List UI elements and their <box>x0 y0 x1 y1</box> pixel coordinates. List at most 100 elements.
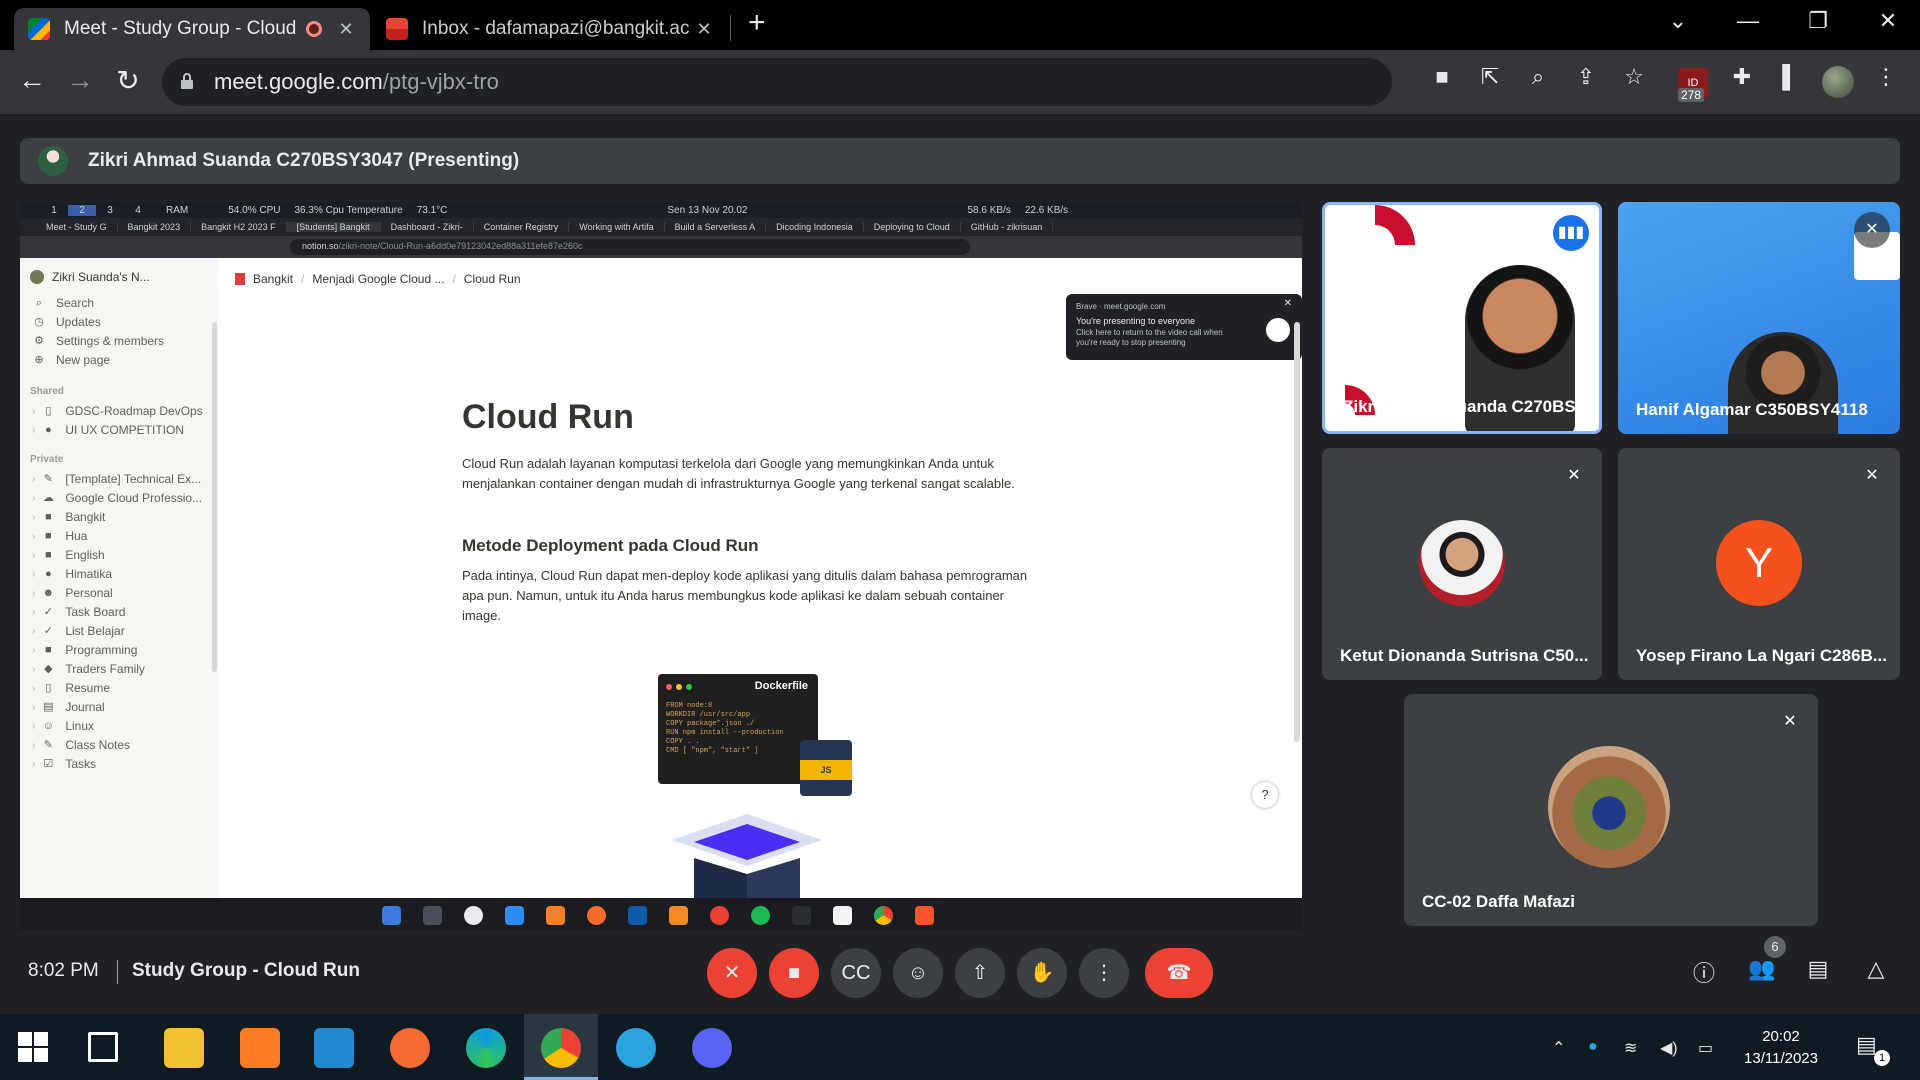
presenter-banner: Zikri Ahmad Suanda C270BSY3047 (Presenti… <box>20 138 1900 184</box>
participant-tile-yosep[interactable]: Y ✕ Yosep Firano La Ngari C286B... <box>1618 448 1900 680</box>
net-up: 22.6 KB/s <box>1024 204 1069 216</box>
shared-tab: Working with Artifa <box>569 222 665 232</box>
notion-page-item: › ● UI UX COMPETITION <box>32 423 184 437</box>
taskbar-clock[interactable]: 20:02 13/11/2023 <box>1736 1026 1826 1070</box>
ram-label: RAM <box>166 204 189 216</box>
page-icon: ▯ <box>45 682 52 694</box>
tray-chevron-icon[interactable]: ⌃ <box>1552 1038 1565 1058</box>
captions-button[interactable]: CC <box>831 948 881 998</box>
raise-hand-button[interactable]: ✋ <box>1017 948 1067 998</box>
minimize-button[interactable]: — <box>1720 8 1776 34</box>
tray-telegram-icon[interactable]: ● <box>1588 1038 1598 1056</box>
page-icon: ✎ <box>43 473 53 485</box>
chat-icon[interactable]: ▤ <box>1800 956 1836 992</box>
share-icon[interactable]: ⇪ <box>1568 64 1604 100</box>
file-explorer-icon[interactable] <box>164 1028 204 1068</box>
tab-gmail[interactable]: Inbox - dafamapazi@bangkit.ac ✕ <box>372 8 728 50</box>
reactions-button[interactable]: ☺ <box>893 948 943 998</box>
side-panel-icon[interactable]: ▌ <box>1772 64 1808 100</box>
page-icon: ■ <box>45 511 52 523</box>
camera-icon[interactable]: ■ <box>1424 64 1460 100</box>
workspace-2: 2 <box>68 204 96 216</box>
profile-avatar[interactable] <box>1822 66 1854 98</box>
url-host: meet.google.com <box>214 69 383 94</box>
divider <box>117 960 118 984</box>
notion-page-item: › ■ English <box>32 548 105 562</box>
extensions-puzzle-icon[interactable]: ✚ <box>1724 64 1760 100</box>
participant-tile-ketut[interactable]: ✕ Ketut Dionanda Sutrisna C50... <box>1322 448 1602 680</box>
lock-icon <box>181 73 193 89</box>
restore-button[interactable]: ❐ <box>1790 8 1846 34</box>
zoom-icon[interactable]: ⌕ <box>1520 64 1556 100</box>
notion-page-item: › ▯ Resume <box>32 681 110 695</box>
plus-icon: ⊕ <box>34 354 44 366</box>
notion-page-item: › ✓ Task Board <box>32 605 125 619</box>
bookmark-star-icon[interactable]: ☆ <box>1616 64 1652 100</box>
people-count-badge: 6 <box>1764 936 1786 958</box>
participant-name: Hanif Algamar C350BSY4118 <box>1636 400 1868 419</box>
activities-icon[interactable]: △ <box>1858 956 1894 992</box>
participant-tile-zikri[interactable]: ▮▮▮ Zikri Ahmad Suanda C270BS... <box>1322 202 1602 434</box>
edge-icon[interactable] <box>466 1028 506 1068</box>
open-external-icon[interactable]: ⇱ <box>1472 64 1508 100</box>
notion-page-item: › ■ Bangkit <box>32 510 105 524</box>
close-tab-icon[interactable]: ✕ <box>694 19 714 40</box>
page-scrollbar <box>1294 322 1300 742</box>
wifi-icon[interactable]: ≋ <box>1624 1038 1637 1058</box>
os-status-bar: 1 2 3 4 RAM 54.0% CPU 36.3% Cpu Temperat… <box>20 202 1302 218</box>
shared-tab: Bangkit 2023 <box>118 222 192 232</box>
chrome-icon[interactable] <box>541 1028 581 1068</box>
mic-off-icon: ✕ <box>1556 458 1592 494</box>
window-dots-icon <box>666 684 692 690</box>
shared-url-box: notion.so/zikri-note/Cloud-Run-a6dd0e791… <box>290 239 970 255</box>
participant-tile-daffa[interactable]: ✕ CC-02 Daffa Mafazi <box>1404 694 1818 926</box>
postman-icon[interactable] <box>390 1028 430 1068</box>
notion-page-item: › ▤ Journal <box>32 700 105 714</box>
leave-call-button[interactable]: ☎ <box>1145 948 1213 998</box>
close-window-button[interactable]: ✕ <box>1860 8 1916 34</box>
breadcrumb-item: Cloud Run <box>463 272 521 286</box>
vscode-icon[interactable] <box>314 1028 354 1068</box>
forward-button[interactable]: → <box>62 64 98 96</box>
back-button[interactable]: ← <box>14 64 50 96</box>
people-icon[interactable]: 👥 <box>1744 956 1780 992</box>
meeting-info-icon[interactable]: ⓘ <box>1686 956 1722 992</box>
menu-kebab-icon[interactable]: ⋮ <box>1868 64 1904 100</box>
windows-start-icon[interactable] <box>16 1030 50 1064</box>
participant-avatar <box>1419 520 1505 606</box>
notion-page-item: › ☻ Personal <box>32 586 113 600</box>
presenting-notification[interactable]: Brave · meet.google.com You're presentin… <box>1066 294 1302 360</box>
shared-tab: Deploying to Cloud <box>864 222 961 232</box>
volume-icon[interactable]: ◀) <box>1660 1038 1678 1058</box>
private-section-label: Private <box>30 454 64 465</box>
participant-tile-hanif[interactable]: ✕ Hanif Algamar C350BSY4118 <box>1618 202 1900 434</box>
battery-icon[interactable]: ▭ <box>1698 1038 1713 1058</box>
present-screen-button[interactable]: ⇧ <box>955 948 1005 998</box>
intro-paragraph: Cloud Run adalah layanan komputasi terke… <box>462 456 1015 491</box>
chevron-right-icon: › <box>32 606 36 618</box>
notion-nav-updates: ◷ Updates <box>32 315 101 329</box>
dock-app-icon <box>628 906 647 925</box>
discord-icon[interactable] <box>692 1028 732 1068</box>
new-tab-button[interactable]: + <box>748 6 766 40</box>
url-text: meet.google.com/ptg-vjbx-tro <box>214 69 499 95</box>
task-view-icon[interactable] <box>88 1032 118 1062</box>
dockerfile-label: Dockerfile <box>754 680 808 692</box>
notion-page-item: › ■ Hua <box>32 529 87 543</box>
dock-app-icon <box>874 906 893 925</box>
tab-search-icon[interactable]: ⌄ <box>1650 8 1706 34</box>
more-options-button[interactable]: ⋮ <box>1079 948 1129 998</box>
shared-tab: Bangkit H2 2023 F <box>191 222 287 232</box>
telegram-icon[interactable] <box>616 1028 656 1068</box>
reload-button[interactable]: ↻ <box>110 64 146 97</box>
mic-toggle-button[interactable]: ✕ <box>707 948 757 998</box>
tab-meet[interactable]: Meet - Study Group - Cloud ✕ <box>14 8 370 50</box>
address-bar[interactable]: meet.google.com/ptg-vjbx-tro <box>162 58 1392 106</box>
close-tab-icon[interactable]: ✕ <box>336 19 356 40</box>
close-icon[interactable]: ✕ <box>1284 298 1292 309</box>
meet-logo-icon <box>1266 318 1290 342</box>
camera-toggle-button[interactable]: ■ <box>769 948 819 998</box>
popup-title: You're presenting to everyone <box>1076 316 1195 326</box>
page-icon: ● <box>45 568 52 580</box>
xampp-icon[interactable] <box>240 1028 280 1068</box>
